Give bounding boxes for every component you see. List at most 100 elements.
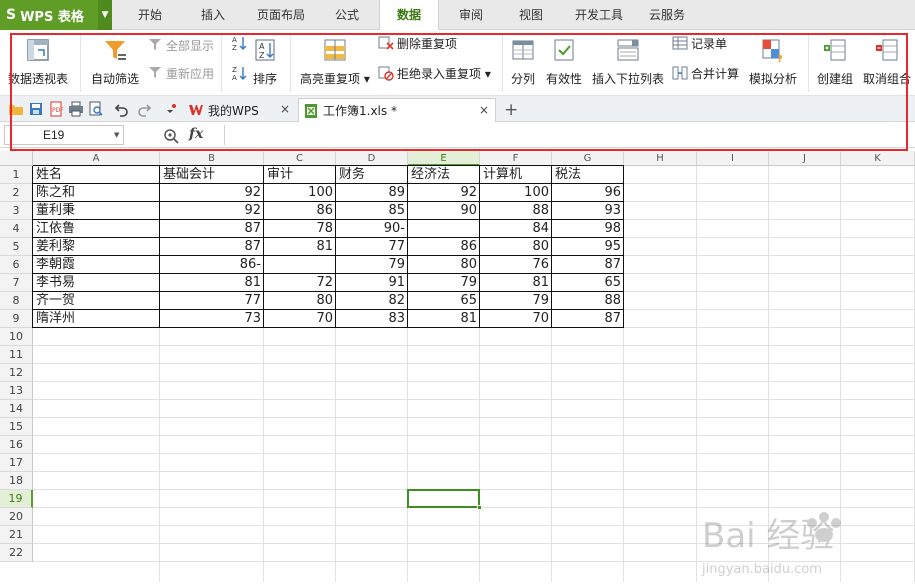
sort-button[interactable]: AZ 排序 [252,35,278,87]
cell-c4[interactable]: 78 [264,220,336,238]
row-header-7[interactable]: 7 [0,274,33,292]
show-all-button[interactable]: 全部显示 [147,36,214,54]
auto-filter-button[interactable]: 自动筛选 [91,35,139,87]
cell-e5[interactable]: 86 [408,238,480,256]
record-form-button[interactable]: 记录单 [672,34,727,52]
cell-f1[interactable]: 计算机 [480,166,552,184]
cell-a1[interactable]: 姓名 [33,166,160,184]
row-header-20[interactable]: 20 [0,508,33,526]
cell-g4[interactable]: 98 [552,220,624,238]
create-group-button[interactable]: 创建组 [817,35,853,87]
cell-d9[interactable]: 83 [336,310,408,328]
app-menu-button[interactable]: S WPS 表格 ▼ [0,0,112,30]
cell-c5[interactable]: 81 [264,238,336,256]
save-icon[interactable] [28,101,44,117]
doc-tab-my-wps[interactable]: 我的WPS × [184,98,296,122]
row-header-17[interactable]: 17 [0,454,33,472]
ungroup-button[interactable]: 取消组合 [863,35,911,87]
column-header-e[interactable]: E [408,151,480,166]
column-header-h[interactable]: H [624,151,697,166]
cell-b7[interactable]: 81 [160,274,264,292]
cell-d1[interactable]: 财务 [336,166,408,184]
cell-d8[interactable]: 82 [336,292,408,310]
row-header-10[interactable]: 10 [0,328,33,346]
cell-a9[interactable]: 隋洋州 [33,310,160,328]
row-header-6[interactable]: 6 [0,256,33,274]
tab-home[interactable]: 开始 [123,0,177,30]
column-header-a[interactable]: A [33,151,160,166]
redo-icon[interactable] [136,101,152,117]
close-tab-icon[interactable]: × [280,102,290,116]
fill-handle[interactable] [477,505,482,510]
row-header-11[interactable]: 11 [0,346,33,364]
highlight-duplicates-button[interactable]: 高亮重复项 ▾ [300,35,370,87]
cell-c9[interactable]: 70 [264,310,336,328]
cell-b4[interactable]: 87 [160,220,264,238]
cell-c3[interactable]: 86 [264,202,336,220]
cell-e8[interactable]: 65 [408,292,480,310]
export-pdf-icon[interactable]: PDF [48,101,64,117]
cell-f2[interactable]: 100 [480,184,552,202]
column-header-f[interactable]: F [480,151,552,166]
sort-descending-button[interactable]: ZA [231,64,250,82]
cell-b2[interactable]: 92 [160,184,264,202]
tab-developer-tools[interactable]: 开发工具 [567,0,631,30]
row-header-19[interactable]: 19 [0,490,33,508]
consolidate-button[interactable]: 合并计算 [672,64,739,82]
cell-f8[interactable]: 79 [480,292,552,310]
reapply-button[interactable]: 重新应用 [147,64,214,82]
cell-b9[interactable]: 73 [160,310,264,328]
close-tab-icon[interactable]: × [479,103,489,117]
cell-b1[interactable]: 基础会计 [160,166,264,184]
row-header-5[interactable]: 5 [0,238,33,256]
cell-g6[interactable]: 87 [552,256,624,274]
cell-f5[interactable]: 80 [480,238,552,256]
tab-formulas[interactable]: 公式 [320,0,374,30]
cell-d2[interactable]: 89 [336,184,408,202]
cell-c2[interactable]: 100 [264,184,336,202]
cell-b5[interactable]: 87 [160,238,264,256]
column-header-c[interactable]: C [264,151,336,166]
open-folder-icon[interactable] [8,101,24,117]
text-to-columns-button[interactable]: 分列 [510,35,536,87]
row-header-14[interactable]: 14 [0,400,33,418]
row-header-13[interactable]: 13 [0,382,33,400]
cell-c1[interactable]: 审计 [264,166,336,184]
cell-f4[interactable]: 84 [480,220,552,238]
name-box[interactable]: E19 [4,125,124,145]
cell-b3[interactable]: 92 [160,202,264,220]
cell-d6[interactable]: 79 [336,256,408,274]
row-header-21[interactable]: 21 [0,526,33,544]
cell-a3[interactable]: 董利秉 [33,202,160,220]
insert-function-button[interactable]: fx [189,126,203,142]
zoom-magnifier-icon[interactable] [163,128,179,144]
column-header-k[interactable]: K [841,151,915,166]
cell-e7[interactable]: 79 [408,274,480,292]
tab-view[interactable]: 视图 [504,0,558,30]
cell-a6[interactable]: 李朝霞 [33,256,160,274]
insert-dropdown-list-button[interactable]: 插入下拉列表 [592,35,664,87]
pivot-table-button[interactable]: 数据透视表 [8,35,68,87]
cell-g8[interactable]: 88 [552,292,624,310]
app-menu-dropdown-icon[interactable]: ▼ [98,0,112,30]
cell-a5[interactable]: 姜利黎 [33,238,160,256]
cell-b6[interactable]: 86- [160,256,264,274]
row-header-8[interactable]: 8 [0,292,33,310]
cell-a4[interactable]: 江依鲁 [33,220,160,238]
what-if-analysis-button[interactable]: ? 模拟分析 [749,35,797,87]
cell-a8[interactable]: 齐一贺 [33,292,160,310]
cell-g2[interactable]: 96 [552,184,624,202]
row-header-1[interactable]: 1 [0,166,33,184]
row-header-9[interactable]: 9 [0,310,33,328]
print-icon[interactable] [68,101,84,117]
row-header-4[interactable]: 4 [0,220,33,238]
row-header-12[interactable]: 12 [0,364,33,382]
cell-d4[interactable]: 90- [336,220,408,238]
cell-f3[interactable]: 88 [480,202,552,220]
cell-f7[interactable]: 81 [480,274,552,292]
reject-duplicate-entry-button[interactable]: 拒绝录入重复项 ▾ [378,64,491,82]
print-preview-icon[interactable] [88,101,104,117]
cell-d7[interactable]: 91 [336,274,408,292]
column-header-d[interactable]: D [336,151,408,166]
tab-data[interactable]: 数据 [379,0,439,31]
